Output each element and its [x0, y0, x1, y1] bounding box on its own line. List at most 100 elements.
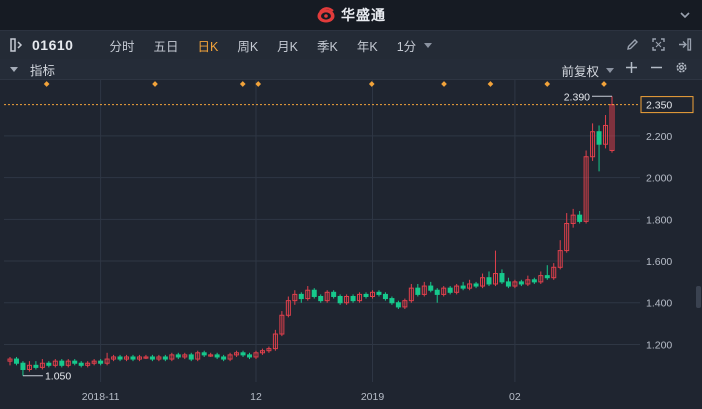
candle-body [415, 287, 421, 295]
exit-icon[interactable] [677, 37, 692, 52]
event-marker[interactable] [441, 81, 447, 87]
candle-body [350, 295, 356, 302]
candle-body [331, 291, 337, 297]
price-adjust-select[interactable]: 前复权 [561, 61, 614, 80]
toolbar: 01610 分时 五日 日K 周K 月K 季K 年K 1分 [0, 31, 702, 60]
candle-body [130, 356, 136, 360]
candlestick-chart[interactable]: 2.200 2.000 1.800 1.600 1.400 1.200 2018-11 12 2… [0, 80, 702, 409]
x-tick-label: 02 [509, 391, 521, 403]
candle-body [46, 362, 52, 366]
stock-symbol: 01610 [32, 37, 74, 53]
candle-body [117, 356, 123, 360]
candle-body [473, 283, 479, 287]
candle-body [531, 279, 537, 283]
candle-body [214, 354, 220, 358]
y-tick-label: 1.400 [646, 298, 672, 310]
candle-body [389, 298, 395, 304]
y-tick-label: 1.800 [646, 214, 672, 226]
candle-body [337, 295, 343, 304]
high-annotation: 2.390 [564, 91, 590, 103]
indicator-tools [625, 61, 688, 74]
candle-body [544, 275, 550, 279]
candle-body [577, 214, 583, 222]
candle-body [59, 360, 65, 366]
y-tick-label: 1.600 [646, 256, 672, 268]
event-marker[interactable] [544, 81, 551, 87]
tab-intraday[interactable]: 分时 [109, 36, 134, 55]
minute-period-label: 1分 [396, 39, 417, 54]
tab-daily-k[interactable]: 日K [197, 36, 218, 55]
current-price-text: 2.350 [646, 100, 672, 112]
app-window: 华盛通 01610 分时 五日 日K 周K 月K 季K 年K 1分 指标 前复权… [0, 0, 702, 409]
candle-body [376, 291, 382, 295]
candle-body [505, 281, 511, 287]
event-marker[interactable] [43, 81, 50, 87]
candle-body [221, 356, 227, 360]
pen-icon[interactable] [625, 37, 640, 52]
minute-period-select[interactable]: 1分 [396, 36, 433, 55]
candle-body [20, 362, 26, 370]
chevron-down-icon[interactable] [678, 8, 692, 22]
event-marker[interactable] [239, 81, 246, 87]
candle-body [162, 356, 168, 360]
toolbar-icons [625, 37, 692, 52]
x-tick-label: 12 [250, 391, 262, 403]
y-tick-label: 1.200 [646, 339, 672, 351]
candle-body [428, 285, 434, 291]
candle-body [247, 354, 253, 358]
y-tick-label: 2.200 [646, 131, 672, 143]
candle-body [149, 356, 155, 360]
plus-icon[interactable] [625, 61, 638, 74]
candle-body [98, 360, 104, 364]
event-marker[interactable] [601, 81, 607, 87]
candle-body [363, 293, 369, 297]
candle-body [201, 352, 207, 356]
logo-icon [317, 7, 335, 23]
expand-panel-icon[interactable] [10, 38, 26, 52]
tab-weekly-k[interactable]: 周K [237, 36, 258, 55]
chevron-down-icon[interactable] [10, 66, 18, 72]
candle-body [78, 362, 84, 366]
tab-yearly-k[interactable]: 年K [357, 36, 378, 55]
candle-body [382, 293, 388, 300]
candle-body [33, 364, 39, 368]
brand-bar: 华盛通 [0, 0, 702, 31]
candle-body [447, 287, 453, 293]
x-tick-label: 2018-11 [82, 391, 120, 403]
tab-quarterly-k[interactable]: 季K [317, 36, 338, 55]
candle-body [240, 352, 246, 356]
candle-body [175, 354, 181, 358]
candle-body [596, 131, 602, 145]
low-annotation: 1.050 [45, 371, 71, 383]
candle-body [434, 289, 440, 295]
indicator-label[interactable]: 指标 [30, 60, 55, 79]
x-tick-label: 2019 [361, 391, 385, 403]
candle-body [460, 285, 466, 289]
event-marker[interactable] [368, 81, 375, 87]
scroll-handle[interactable] [696, 286, 701, 308]
candle-body [395, 302, 401, 308]
fullscreen-icon[interactable] [651, 37, 666, 52]
chevron-down-icon [424, 42, 433, 48]
minus-icon[interactable] [650, 61, 663, 74]
candle-body [298, 293, 304, 300]
candle-body [318, 295, 324, 302]
indicator-bar: 指标 前复权 [0, 59, 702, 80]
candle-body [518, 281, 524, 285]
brand: 华盛通 [316, 5, 386, 25]
tab-five-day[interactable]: 五日 [153, 36, 178, 55]
chevron-down-icon [606, 68, 614, 73]
candle-body [188, 354, 194, 360]
gear-icon[interactable] [675, 61, 688, 74]
candle-body [72, 360, 78, 364]
brand-name: 华盛通 [341, 7, 386, 23]
event-marker[interactable] [152, 81, 158, 87]
candle-body [311, 289, 317, 297]
price-adjust-label: 前复权 [561, 65, 599, 79]
event-marker[interactable] [487, 81, 494, 87]
candle-body [499, 273, 505, 283]
candle-body [13, 358, 19, 364]
tab-monthly-k[interactable]: 月K [277, 36, 298, 55]
candle-body [486, 277, 492, 285]
y-tick-label: 2.000 [646, 173, 672, 185]
